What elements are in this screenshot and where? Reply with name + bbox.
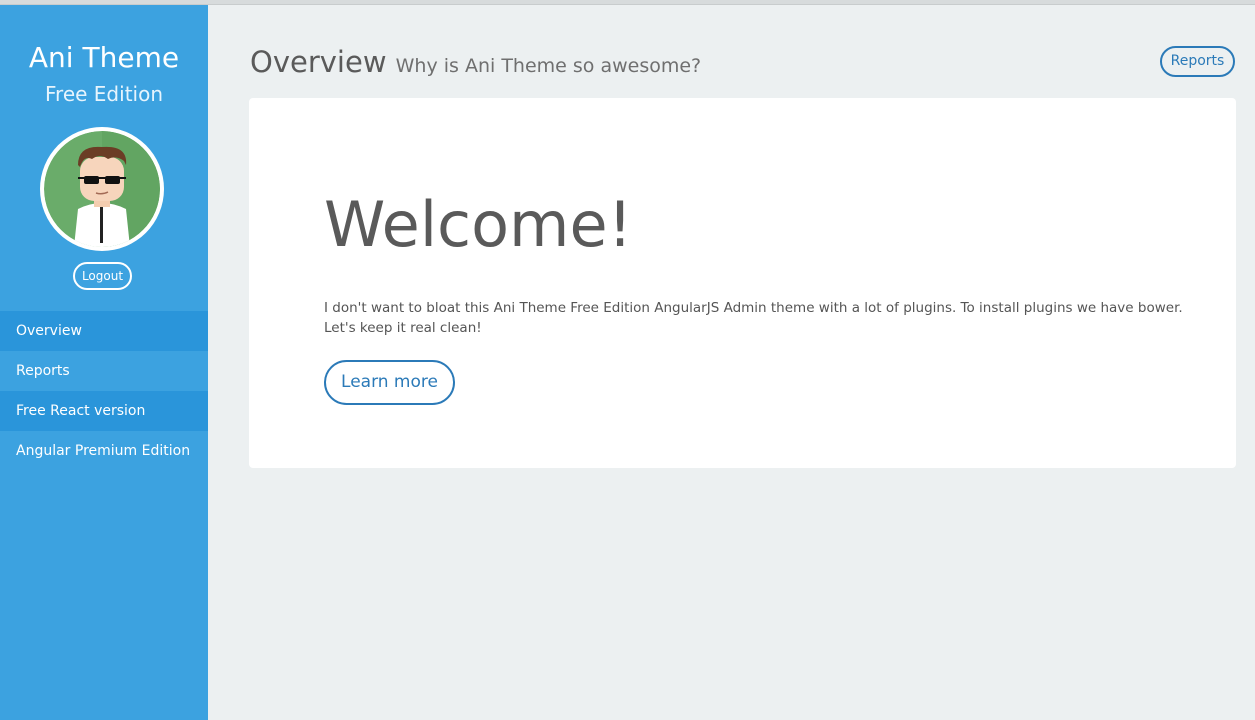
brand-title: Ani Theme <box>28 41 180 74</box>
sidebar-item-free-react-version[interactable]: Free React version <box>0 391 208 431</box>
sidebar: Ani Theme Free Edition Logout Overview R… <box>0 5 208 720</box>
welcome-panel: Welcome! I don't want to bloat this Ani … <box>249 98 1236 468</box>
main-content: Overview Why is Ani Theme so awesome? Re… <box>208 5 1255 720</box>
avatar <box>40 127 164 251</box>
logout-button[interactable]: Logout <box>73 262 132 290</box>
welcome-description: I don't want to bloat this Ani Theme Fre… <box>324 300 1183 336</box>
welcome-heading: Welcome! <box>324 188 633 261</box>
reports-button[interactable]: Reports <box>1160 46 1235 77</box>
page-header: Overview Why is Ani Theme so awesome? <box>250 45 701 79</box>
sidebar-item-angular-premium-edition[interactable]: Angular Premium Edition <box>0 431 208 471</box>
page-title: Overview <box>250 45 387 79</box>
page-subtitle: Why is Ani Theme so awesome? <box>395 55 702 77</box>
sidebar-nav: Overview Reports Free React version Angu… <box>0 311 208 471</box>
learn-more-button[interactable]: Learn more <box>324 360 455 405</box>
sidebar-item-reports[interactable]: Reports <box>0 351 208 391</box>
user-avatar-icon <box>44 131 160 247</box>
brand-subtitle: Free Edition <box>45 82 163 106</box>
sidebar-item-overview[interactable]: Overview <box>0 311 208 351</box>
